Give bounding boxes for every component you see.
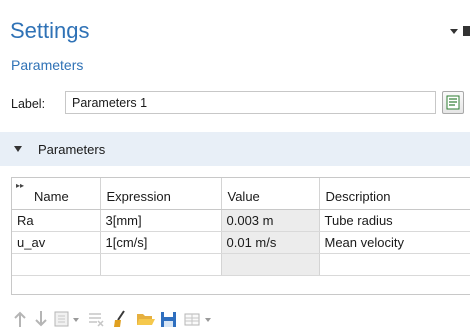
- label-row: Label:: [0, 86, 470, 122]
- cell-value: 0.01 m/s: [221, 231, 320, 254]
- section-title: Parameters: [38, 142, 106, 157]
- cell-description[interactable]: Mean velocity: [319, 231, 470, 254]
- column-header-description[interactable]: Description: [319, 178, 470, 210]
- cell-expression[interactable]: 1[cm/s]: [100, 231, 222, 254]
- cell-value: [221, 253, 320, 276]
- table-header-row: ▸▸ Name Expression Value Description: [12, 178, 470, 210]
- table-toolbar: [0, 309, 470, 335]
- save-icon[interactable]: [160, 309, 178, 331]
- window-menu-icon[interactable]: [450, 29, 458, 34]
- move-down-icon[interactable]: [34, 309, 48, 331]
- table-options-icon[interactable]: [184, 309, 214, 331]
- cell-name[interactable]: [12, 253, 101, 276]
- column-header-name[interactable]: ▸▸ Name: [12, 178, 101, 210]
- clear-icon[interactable]: [111, 309, 129, 331]
- settings-title: Settings: [10, 18, 90, 43]
- document-icon: [446, 95, 460, 110]
- collapse-caret-icon[interactable]: [14, 146, 22, 152]
- table-row-empty[interactable]: [12, 253, 470, 276]
- table-row[interactable]: u_av 1[cm/s] 0.01 m/s Mean velocity: [12, 231, 470, 254]
- reset-label-button[interactable]: [442, 91, 464, 114]
- settings-subtitle: Parameters: [11, 57, 84, 73]
- label-input[interactable]: [65, 91, 436, 114]
- label-caption: Label:: [11, 97, 46, 111]
- cell-description[interactable]: [319, 253, 470, 276]
- move-up-icon[interactable]: [13, 309, 27, 331]
- cell-description[interactable]: Tube radius: [319, 209, 470, 232]
- table-row[interactable]: Ra 3[mm] 0.003 m Tube radius: [12, 209, 470, 232]
- parameters-table: ▸▸ Name Expression Value Description Ra …: [11, 177, 470, 295]
- delete-icon[interactable]: [87, 309, 105, 331]
- add-icon[interactable]: [53, 309, 81, 331]
- cell-expression[interactable]: 3[mm]: [100, 209, 222, 232]
- cell-expression[interactable]: [100, 253, 222, 276]
- load-icon[interactable]: [136, 309, 156, 331]
- cell-name[interactable]: u_av: [12, 231, 101, 254]
- cell-value: 0.003 m: [221, 209, 320, 232]
- cell-name[interactable]: Ra: [12, 209, 101, 232]
- parameters-section-header[interactable]: Parameters: [0, 132, 470, 166]
- column-header-value[interactable]: Value: [221, 178, 320, 210]
- column-header-expression[interactable]: Expression: [100, 178, 222, 210]
- window-controls: [450, 26, 470, 38]
- pin-icon[interactable]: [463, 26, 470, 36]
- column-resize-icon: ▸▸: [16, 181, 25, 190]
